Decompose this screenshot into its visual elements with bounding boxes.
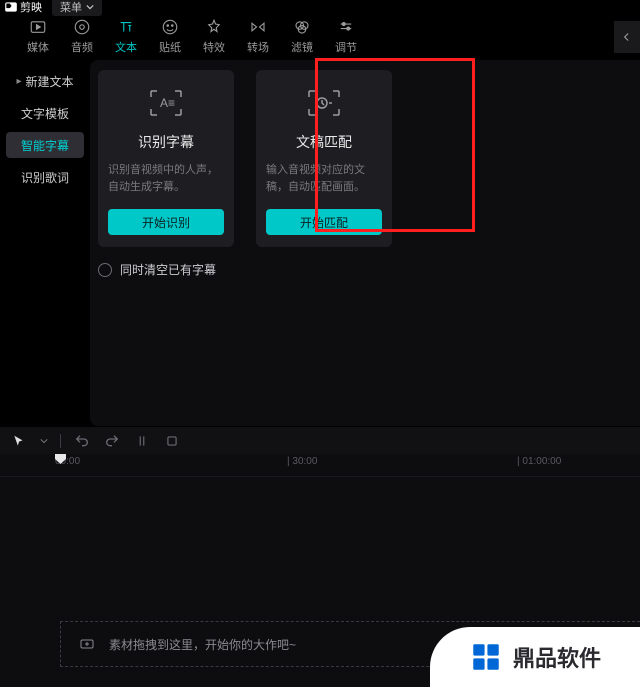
tab-filter[interactable]: 滤镜 — [280, 18, 324, 55]
tab-label: 特效 — [203, 39, 225, 55]
sticker-icon — [161, 18, 179, 36]
add-clip-icon — [79, 636, 95, 652]
card-desc: 输入音视频对应的文稿，自动匹配画面。 — [266, 162, 382, 195]
sidebar-item-smart-caption[interactable]: 智能字幕 — [6, 132, 84, 158]
card-recognize-caption: A≡ 识别字幕 识别音视频中的人声，自动生成字幕。 开始识别 — [98, 70, 234, 247]
cards-row: A≡ 识别字幕 识别音视频中的人声，自动生成字幕。 开始识别 文稿匹配 输入音视… — [98, 70, 632, 247]
sidebar-item-label: 文字模板 — [21, 105, 69, 122]
media-icon — [29, 18, 47, 36]
titlebar: 剪映 菜单 — [0, 0, 640, 14]
radio-unchecked-icon — [98, 263, 112, 277]
filter-icon — [293, 18, 311, 36]
sidebar-item-label: 智能字幕 — [21, 137, 69, 154]
watermark-text: 鼎品软件 — [513, 641, 601, 673]
cursor-tool-button[interactable] — [10, 432, 28, 450]
start-recognize-button[interactable]: 开始识别 — [108, 209, 224, 235]
menu-dropdown[interactable]: 菜单 — [52, 0, 102, 16]
sidebar-item-new-text[interactable]: 新建文本 — [6, 68, 84, 94]
content-panel: A≡ 识别字幕 识别音视频中的人声，自动生成字幕。 开始识别 文稿匹配 输入音视… — [90, 60, 640, 426]
undo-button[interactable] — [73, 432, 91, 450]
sidebar-item-label: 新建文本 — [26, 73, 74, 90]
split-icon — [135, 434, 149, 448]
chevron-down-icon[interactable] — [40, 437, 48, 445]
app-logo-icon — [4, 0, 18, 14]
sidebar-item-text-template[interactable]: 文字模板 — [6, 100, 84, 126]
tab-sticker[interactable]: 贴纸 — [148, 18, 192, 55]
panel-collapse-button[interactable] — [614, 21, 640, 53]
timeline-toolbar — [0, 426, 640, 454]
tab-label: 音频 — [71, 39, 93, 55]
tab-media[interactable]: 媒体 — [16, 18, 60, 55]
tab-label: 调节 — [335, 39, 357, 55]
text-icon — [117, 18, 135, 36]
card-title: 文稿匹配 — [296, 132, 352, 152]
split-button[interactable] — [133, 432, 151, 450]
audio-icon — [73, 18, 91, 36]
clear-captions-option[interactable]: 同时清空已有字幕 — [98, 261, 632, 278]
tab-adjust[interactable]: 调节 — [324, 18, 368, 55]
tab-label: 文本 — [115, 39, 137, 55]
tab-label: 转场 — [247, 39, 269, 55]
cursor-icon — [12, 434, 26, 448]
tab-transition[interactable]: 转场 — [236, 18, 280, 55]
track-placeholder: 素材拖拽到这里，开始你的大作吧~ — [109, 636, 296, 653]
card-title: 识别字幕 — [138, 132, 194, 152]
sidebar-item-label: 识别歌词 — [21, 169, 69, 186]
checkbox-label: 同时清空已有字幕 — [120, 261, 216, 278]
start-match-button[interactable]: 开始匹配 — [266, 209, 382, 235]
text-sidebar: 新建文本 文字模板 智能字幕 识别歌词 — [0, 60, 90, 426]
svg-text:A≡: A≡ — [160, 96, 175, 110]
sidebar-item-lyrics[interactable]: 识别歌词 — [6, 164, 84, 190]
app-logo: 剪映 — [4, 0, 42, 15]
adjust-icon — [337, 18, 355, 36]
card-script-match: 文稿匹配 输入音视频对应的文稿，自动匹配画面。 开始匹配 — [256, 70, 392, 247]
tab-label: 滤镜 — [291, 39, 313, 55]
card-desc: 识别音视频中的人声，自动生成字幕。 — [108, 162, 224, 195]
time-ruler[interactable]: 00:00 | 30:00 | 01:00:00 — [0, 454, 640, 476]
chevron-down-icon — [86, 3, 94, 11]
ruler-mark: | 30:00 — [287, 456, 317, 467]
delete-button[interactable] — [163, 432, 181, 450]
watermark: 鼎品软件 — [430, 627, 640, 687]
redo-button[interactable] — [103, 432, 121, 450]
tab-label: 媒体 — [27, 39, 49, 55]
separator — [60, 434, 61, 448]
square-icon — [165, 434, 179, 448]
tab-label: 贴纸 — [159, 39, 181, 55]
collapse-icon — [620, 30, 634, 44]
effects-icon — [205, 18, 223, 36]
caption-frame-icon: A≡ — [148, 88, 184, 118]
menu-label: 菜单 — [60, 0, 82, 15]
main-area: 新建文本 文字模板 智能字幕 识别歌词 A≡ 识别字幕 识别音视频中的人声，自动… — [0, 60, 640, 426]
ruler-mark: | 01:00:00 — [517, 456, 561, 467]
transition-icon — [249, 18, 267, 36]
watermark-icon — [469, 640, 503, 674]
tab-audio[interactable]: 音频 — [60, 18, 104, 55]
app-name: 剪映 — [20, 0, 42, 15]
tab-effects[interactable]: 特效 — [192, 18, 236, 55]
script-frame-icon — [306, 88, 342, 118]
redo-icon — [104, 433, 120, 449]
undo-icon — [74, 433, 90, 449]
tab-text[interactable]: 文本 — [104, 18, 148, 55]
tool-tabs: 媒体 音频 文本 贴纸 特效 转场 滤镜 调节 — [0, 14, 640, 60]
